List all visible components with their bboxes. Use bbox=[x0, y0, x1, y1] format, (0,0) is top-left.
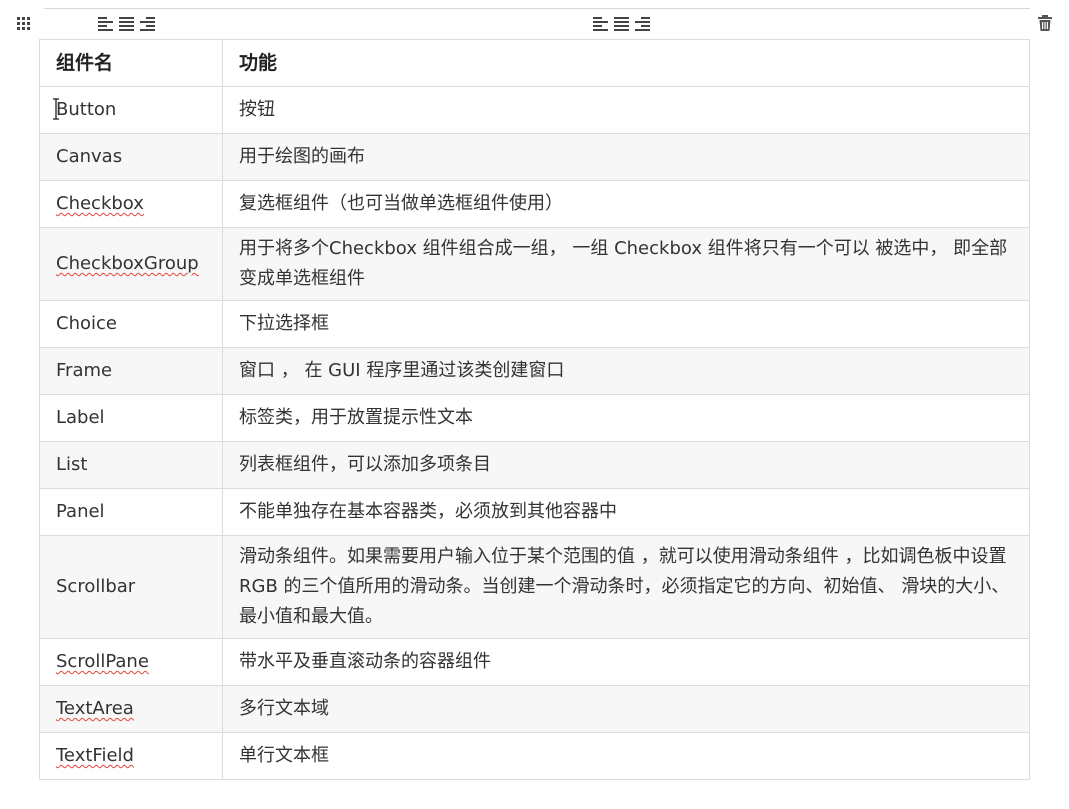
component-name-text: CheckboxGroup bbox=[56, 253, 199, 274]
table-row: Panel 不能单独存在基本容器类，必须放到其他容器中 bbox=[39, 488, 1030, 536]
component-name-text: Canvas bbox=[56, 146, 123, 167]
align-left-icon[interactable] bbox=[592, 16, 608, 32]
component-name-cell[interactable]: Label bbox=[39, 394, 223, 442]
component-name-text: ScrollPane bbox=[56, 651, 149, 672]
component-name-cell[interactable]: TextArea bbox=[39, 685, 223, 733]
component-function-cell[interactable]: 按钮 bbox=[222, 86, 1030, 134]
component-function-text: 复选框组件（也可当做单选框组件使用） bbox=[239, 193, 563, 214]
component-name-cell[interactable]: CheckboxGroup bbox=[39, 227, 223, 301]
align-center-icon[interactable] bbox=[613, 16, 629, 32]
table-row: Label 标签类，用于放置提示性文本 bbox=[39, 394, 1030, 442]
component-function-text: 下拉选择框 bbox=[239, 313, 329, 334]
component-function-text: 列表框组件，可以添加多项条目 bbox=[239, 454, 491, 475]
component-name-cell[interactable]: Button bbox=[39, 86, 223, 134]
component-function-cell[interactable]: 窗口 ， 在 GUI 程序里通过该类创建窗口 bbox=[222, 347, 1030, 395]
component-name-cell[interactable]: Choice bbox=[39, 300, 223, 348]
component-function-text: 用于绘图的画布 bbox=[239, 146, 365, 167]
component-table: 组件名 功能 Button 按钮 Canvas 用于绘图的画布 Checkbox 复选框组… bbox=[39, 39, 1030, 780]
component-function-text: 带水平及垂直滚动条的容器组件 bbox=[239, 651, 491, 672]
align-right-icon[interactable] bbox=[634, 16, 650, 32]
component-name-cell[interactable]: List bbox=[39, 441, 223, 489]
component-name-cell[interactable]: ScrollPane bbox=[39, 638, 223, 686]
table-row: Canvas 用于绘图的画布 bbox=[39, 133, 1030, 181]
component-function-cell[interactable]: 单行文本框 bbox=[222, 732, 1030, 780]
component-name-cell[interactable]: TextField bbox=[39, 732, 223, 780]
component-function-text: 滑动条组件。如果需要用户输入位于某个范围的值 ，就可以使用滑动条组件 ，比如调色… bbox=[239, 546, 1010, 627]
table-row: Choice 下拉选择框 bbox=[39, 300, 1030, 348]
component-function-cell[interactable]: 标签类，用于放置提示性文本 bbox=[222, 394, 1030, 442]
component-name-text: Button bbox=[56, 99, 117, 120]
align-left-icon[interactable] bbox=[97, 16, 113, 32]
table-row: ScrollPane 带水平及垂直滚动条的容器组件 bbox=[39, 638, 1030, 686]
component-function-text: 不能单独存在基本容器类，必须放到其他容器中 bbox=[239, 501, 617, 522]
component-function-text: 用于将多个Checkbox 组件组合成一组， 一组 Checkbox 组件将只有… bbox=[239, 238, 1008, 289]
component-name-text: Frame bbox=[56, 360, 113, 381]
component-name-cell[interactable]: Canvas bbox=[39, 133, 223, 181]
component-function-text: 单行文本框 bbox=[239, 745, 329, 766]
top-divider bbox=[44, 8, 1030, 9]
component-name-cell[interactable]: Panel bbox=[39, 488, 223, 536]
component-function-cell[interactable]: 用于将多个Checkbox 组件组合成一组， 一组 Checkbox 组件将只有… bbox=[222, 227, 1030, 301]
component-function-text: 窗口 ， 在 GUI 程序里通过该类创建窗口 bbox=[239, 360, 565, 381]
editor-page: 组件名 功能 Button 按钮 Canvas 用于绘图的画布 Checkbox 复选框组… bbox=[0, 0, 1069, 809]
table-row: TextField 单行文本框 bbox=[39, 732, 1030, 780]
component-function-cell[interactable]: 带水平及垂直滚动条的容器组件 bbox=[222, 638, 1030, 686]
component-function-cell[interactable]: 列表框组件，可以添加多项条目 bbox=[222, 441, 1030, 489]
drag-grid-icon[interactable] bbox=[16, 16, 32, 32]
table-row: Button 按钮 bbox=[39, 86, 1030, 134]
table-row: TextArea 多行文本域 bbox=[39, 685, 1030, 733]
column-1-align-group bbox=[97, 16, 155, 32]
header-function[interactable]: 功能 bbox=[222, 39, 1030, 87]
text-cursor-icon bbox=[53, 98, 59, 120]
component-function-cell[interactable]: 用于绘图的画布 bbox=[222, 133, 1030, 181]
component-function-cell[interactable]: 复选框组件（也可当做单选框组件使用） bbox=[222, 180, 1030, 228]
component-name-text: Label bbox=[56, 407, 105, 428]
component-name-text: Scrollbar bbox=[56, 576, 136, 597]
component-name-text: Panel bbox=[56, 501, 105, 522]
column-2-align-group bbox=[592, 16, 650, 32]
align-center-icon[interactable] bbox=[118, 16, 134, 32]
table-row: List 列表框组件，可以添加多项条目 bbox=[39, 441, 1030, 489]
component-name-cell[interactable]: Scrollbar bbox=[39, 535, 223, 639]
component-name-text: Checkbox bbox=[56, 193, 144, 214]
component-function-cell[interactable]: 不能单独存在基本容器类，必须放到其他容器中 bbox=[222, 488, 1030, 536]
table-row: Frame 窗口 ， 在 GUI 程序里通过该类创建窗口 bbox=[39, 347, 1030, 395]
align-right-icon[interactable] bbox=[139, 16, 155, 32]
component-function-text: 标签类，用于放置提示性文本 bbox=[239, 407, 473, 428]
component-name-text: TextField bbox=[56, 745, 134, 766]
component-name-cell[interactable]: Frame bbox=[39, 347, 223, 395]
header-component-name[interactable]: 组件名 bbox=[39, 39, 223, 87]
component-name-cell[interactable]: Checkbox bbox=[39, 180, 223, 228]
component-function-cell[interactable]: 多行文本域 bbox=[222, 685, 1030, 733]
component-function-text: 按钮 bbox=[239, 99, 275, 120]
table-header-row: 组件名 功能 bbox=[39, 39, 1030, 87]
table-row: Checkbox 复选框组件（也可当做单选框组件使用） bbox=[39, 180, 1030, 228]
component-function-cell[interactable]: 下拉选择框 bbox=[222, 300, 1030, 348]
component-function-text: 多行文本域 bbox=[239, 698, 329, 719]
component-name-text: TextArea bbox=[56, 698, 134, 719]
trash-icon[interactable] bbox=[1037, 14, 1053, 32]
component-name-text: Choice bbox=[56, 313, 117, 334]
table-row: Scrollbar 滑动条组件。如果需要用户输入位于某个范围的值 ，就可以使用滑动… bbox=[39, 535, 1030, 639]
component-name-text: List bbox=[56, 454, 88, 475]
component-function-cell[interactable]: 滑动条组件。如果需要用户输入位于某个范围的值 ，就可以使用滑动条组件 ，比如调色… bbox=[222, 535, 1030, 639]
table-row: CheckboxGroup 用于将多个Checkbox 组件组合成一组， 一组 C… bbox=[39, 227, 1030, 301]
